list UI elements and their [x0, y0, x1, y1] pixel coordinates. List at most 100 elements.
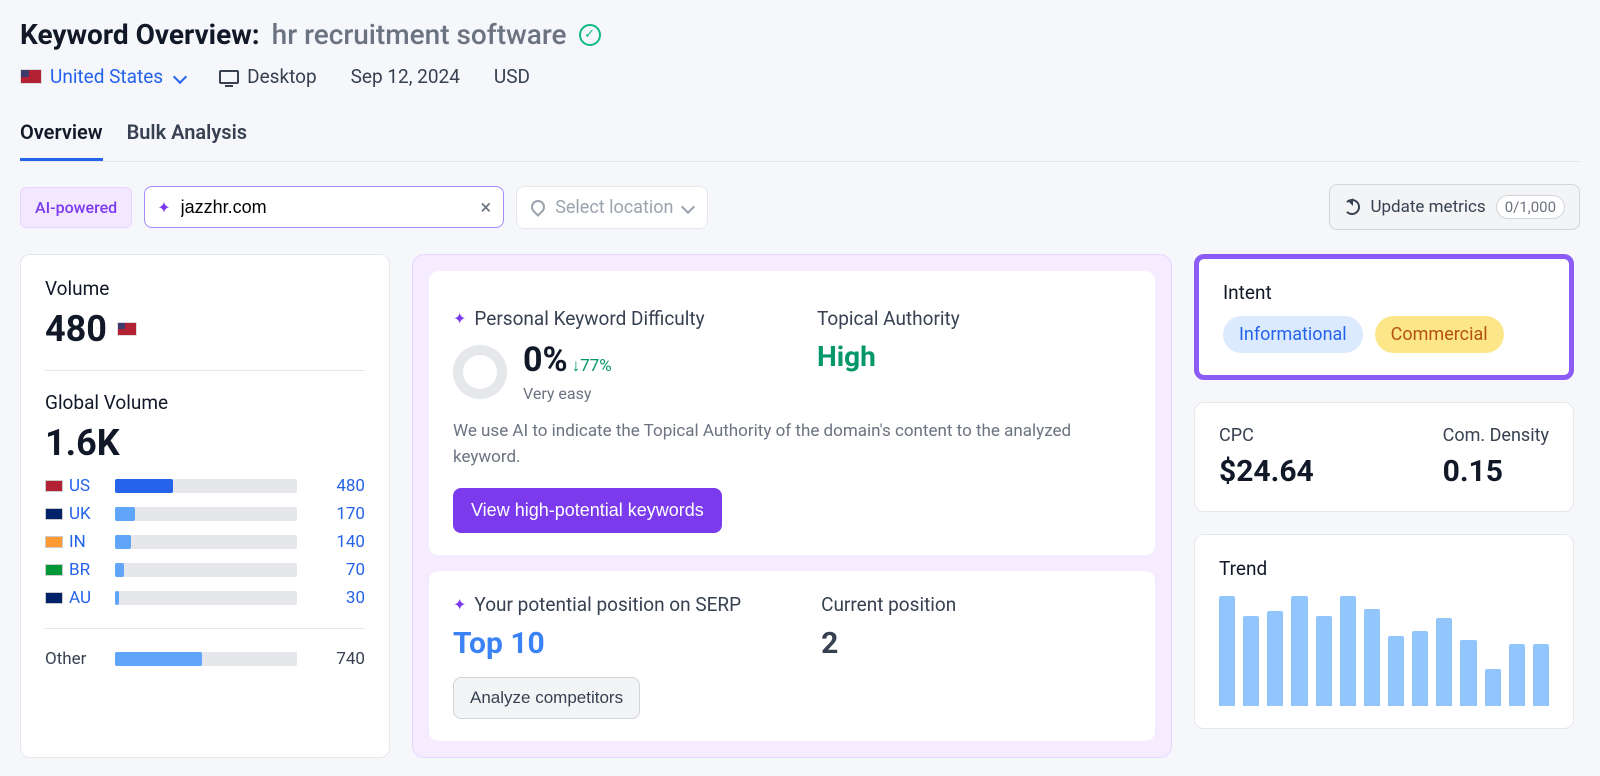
- chevron-down-icon: [681, 200, 695, 214]
- current-position-value: 2: [821, 626, 956, 661]
- clear-input-icon[interactable]: ×: [481, 195, 492, 219]
- volume-card: Volume 480 Global Volume 1.6K US 480 UK 1…: [20, 254, 390, 758]
- country-code: US: [45, 476, 115, 496]
- page-title-keyword: hr recruitment software: [272, 18, 567, 51]
- country-volume-row[interactable]: IN 140: [45, 532, 365, 552]
- trend-bar: [1219, 596, 1235, 706]
- country-volume-value: 170: [315, 504, 365, 524]
- country-volume-value: 480: [315, 476, 365, 496]
- country-code: UK: [45, 504, 115, 524]
- current-position-label: Current position: [821, 593, 956, 616]
- country-selector[interactable]: United States: [20, 65, 185, 88]
- sparkle-icon: ✦: [453, 309, 466, 328]
- country-code: BR: [45, 560, 115, 580]
- topical-authority-value: High: [817, 340, 1131, 373]
- tab-overview[interactable]: Overview: [20, 114, 103, 161]
- trend-bar: [1364, 609, 1380, 706]
- cpc-card: CPC $24.64 Com. Density 0.15: [1194, 402, 1574, 512]
- domain-input[interactable]: [181, 197, 471, 218]
- global-volume-label: Global Volume: [45, 391, 365, 414]
- serp-card: ✦Your potential position on SERP Top 10 …: [429, 571, 1155, 741]
- domain-input-wrapper[interactable]: ✦ ×: [144, 186, 504, 228]
- trend-bar: [1340, 596, 1356, 706]
- potential-position-value: Top 10: [453, 626, 741, 661]
- date-label: Sep 12, 2024: [351, 65, 460, 88]
- pkd-card: ✦ Personal Keyword Difficulty 0% ↓77% Ver…: [429, 271, 1155, 555]
- country-other-label: Other: [45, 649, 115, 669]
- flag-us-icon: [20, 69, 42, 84]
- com-density-value: 0.15: [1443, 454, 1549, 489]
- currency-label: USD: [494, 65, 530, 88]
- intent-title: Intent: [1223, 281, 1545, 304]
- ai-powered-badge: AI-powered: [20, 187, 132, 228]
- intent-informational-pill[interactable]: Informational: [1223, 316, 1363, 353]
- trend-bar: [1267, 611, 1283, 706]
- verified-check-icon: ✓: [579, 24, 601, 46]
- country-volume-value: 70: [315, 560, 365, 580]
- trend-bar: [1412, 631, 1428, 706]
- trend-bar: [1485, 669, 1501, 706]
- trend-bar: [1436, 618, 1452, 706]
- potential-position-label: Your potential position on SERP: [474, 593, 741, 616]
- location-selector[interactable]: Select location: [516, 186, 708, 229]
- device-label: Desktop: [247, 65, 317, 88]
- sparkle-icon: ✦: [453, 595, 466, 614]
- trend-bar: [1388, 636, 1404, 706]
- country-label: United States: [50, 65, 163, 88]
- country-code: IN: [45, 532, 115, 552]
- pkd-sub: Very easy: [523, 384, 612, 403]
- ai-panel: ✦ Personal Keyword Difficulty 0% ↓77% Ver…: [412, 254, 1172, 758]
- trend-card: Trend: [1194, 534, 1574, 729]
- com-density-label: Com. Density: [1443, 425, 1549, 446]
- flag-icon: [45, 592, 63, 604]
- flag-us-icon: [117, 322, 137, 336]
- country-volume-value: 140: [315, 532, 365, 552]
- country-other-value: 740: [315, 649, 365, 669]
- country-volume-row[interactable]: BR 70: [45, 560, 365, 580]
- analyze-competitors-button[interactable]: Analyze competitors: [453, 677, 640, 719]
- trend-bar: [1291, 596, 1307, 706]
- device-indicator: Desktop: [219, 65, 317, 88]
- topical-authority-label: Topical Authority: [817, 307, 1131, 330]
- chevron-down-icon: [173, 69, 187, 83]
- trend-bar: [1460, 640, 1476, 706]
- update-metrics-label: Update metrics: [1370, 197, 1485, 217]
- pkd-title: Personal Keyword Difficulty: [474, 307, 704, 330]
- view-high-potential-button[interactable]: View high-potential keywords: [453, 488, 722, 533]
- flag-icon: [45, 536, 63, 548]
- trend-title: Trend: [1219, 557, 1549, 580]
- pin-icon: [528, 197, 548, 217]
- update-count: 0/1,000: [1496, 195, 1565, 219]
- sparkle-icon: ✦: [157, 198, 170, 217]
- trend-bar: [1243, 616, 1259, 706]
- global-volume-value: 1.6K: [45, 422, 120, 464]
- trend-chart: [1219, 596, 1549, 706]
- trend-bar: [1509, 644, 1525, 706]
- desktop-icon: [219, 70, 239, 84]
- intent-commercial-pill[interactable]: Commercial: [1375, 316, 1504, 353]
- flag-icon: [45, 480, 63, 492]
- country-volume-row[interactable]: UK 170: [45, 504, 365, 524]
- trend-bar: [1316, 616, 1332, 706]
- country-volume-row[interactable]: US 480: [45, 476, 365, 496]
- refresh-icon: [1344, 199, 1360, 215]
- ai-note: We use AI to indicate the Topical Author…: [453, 419, 1131, 470]
- flag-icon: [45, 508, 63, 520]
- difficulty-donut-icon: [453, 345, 507, 399]
- update-metrics-button[interactable]: Update metrics 0/1,000: [1329, 184, 1580, 230]
- location-placeholder: Select location: [555, 197, 673, 218]
- country-volume-value: 30: [315, 588, 365, 608]
- page-title-label: Keyword Overview:: [20, 18, 260, 51]
- flag-icon: [45, 564, 63, 576]
- volume-value: 480: [45, 308, 107, 350]
- pkd-value: 0%: [523, 340, 568, 380]
- tab-bulk-analysis[interactable]: Bulk Analysis: [127, 114, 248, 161]
- country-volume-row[interactable]: AU 30: [45, 588, 365, 608]
- country-code: AU: [45, 588, 115, 608]
- intent-card: Intent Informational Commercial: [1194, 254, 1574, 380]
- volume-label: Volume: [45, 277, 365, 300]
- cpc-value: $24.64: [1219, 454, 1314, 489]
- trend-bar: [1533, 644, 1549, 706]
- cpc-label: CPC: [1219, 425, 1314, 446]
- pkd-delta: ↓77%: [572, 356, 612, 376]
